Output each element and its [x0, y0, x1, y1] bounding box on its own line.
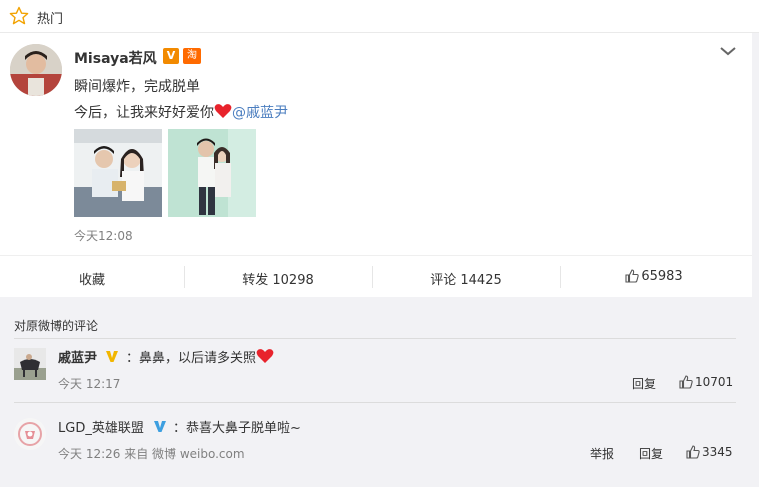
action-divider — [372, 266, 373, 288]
commenter-name[interactable]: LGD_英雄联盟 — [58, 417, 144, 436]
comment-text: ：恭喜大鼻子脱单啦~ — [173, 421, 301, 436]
reply-button[interactable]: 回复 — [632, 375, 656, 392]
action-divider — [184, 266, 185, 288]
thumbs-up-icon — [686, 445, 700, 459]
commenter-name[interactable]: 戚蓝尹 — [58, 347, 97, 366]
comments-title: 对原微博的评论 — [14, 319, 99, 333]
post-action-bar: 收藏 转发 10298 评论 14425 65983 — [0, 255, 752, 298]
weibo-post-card: Misaya若风 V 淘 瞬间爆炸，完成脱单 今后，让我来好好爱你 @戚蓝尹 今… — [0, 33, 752, 297]
chevron-down-icon[interactable] — [718, 43, 738, 59]
comment-timestamp: 今天 12:17 — [58, 377, 121, 391]
comment-button[interactable]: 评论 14425 — [374, 269, 558, 288]
repost-button[interactable]: 转发 10298 — [186, 269, 370, 288]
comment-text: ：鼻鼻，以后请多关照 — [126, 347, 274, 366]
post-timestamp[interactable]: 今天12:08 — [74, 227, 133, 244]
blue-vip-badge-icon — [154, 421, 166, 432]
comment-like-count: 3345 — [702, 445, 733, 459]
commenter-avatar[interactable] — [14, 418, 46, 450]
comment-like-button[interactable]: 3345 — [686, 445, 733, 459]
mention-link[interactable]: @戚蓝尹 — [232, 105, 288, 121]
vip-badge-icon[interactable]: V — [163, 48, 179, 64]
commenter-avatar[interactable] — [14, 348, 46, 380]
post-image-1[interactable] — [74, 129, 162, 217]
author-avatar[interactable] — [10, 44, 62, 96]
comment-like-count: 10701 — [695, 375, 734, 389]
author-name[interactable]: Misaya若风 — [74, 48, 157, 68]
post-text-line2: 今后，让我来好好爱你 @戚蓝尹 — [74, 102, 288, 122]
post-text-line1: 瞬间爆炸，完成脱单 — [74, 79, 200, 95]
yellow-vip-badge-icon — [106, 351, 118, 362]
reply-button[interactable]: 回复 — [639, 445, 663, 462]
thumbs-up-icon — [679, 375, 693, 389]
comment-divider — [14, 402, 736, 403]
comment-like-button[interactable]: 10701 — [679, 375, 733, 389]
comments-divider — [14, 338, 736, 339]
like-button[interactable]: 65983 — [562, 269, 746, 284]
post-image-2[interactable] — [168, 129, 256, 217]
thumbs-up-icon — [625, 269, 639, 283]
action-divider — [560, 266, 561, 288]
section-header: 热门 — [0, 0, 759, 33]
comment-timestamp: 今天 12:26 来自 微博 weibo.com — [58, 447, 245, 461]
favorite-button[interactable]: 收藏 — [0, 269, 184, 288]
post-text-prefix: 今后，让我来好好爱你 — [74, 105, 214, 121]
star-icon — [9, 6, 29, 25]
report-button[interactable]: 举报 — [590, 445, 614, 462]
heart-emoji-icon — [214, 104, 232, 118]
heart-emoji-icon — [256, 349, 274, 363]
taobao-badge-icon[interactable]: 淘 — [183, 48, 201, 64]
like-count: 65983 — [641, 269, 683, 284]
section-title: 热门 — [37, 12, 64, 27]
comments-section: 对原微博的评论 戚蓝尹 ：鼻鼻，以后请多关照 今天 12:17 回复 10701… — [0, 298, 752, 487]
